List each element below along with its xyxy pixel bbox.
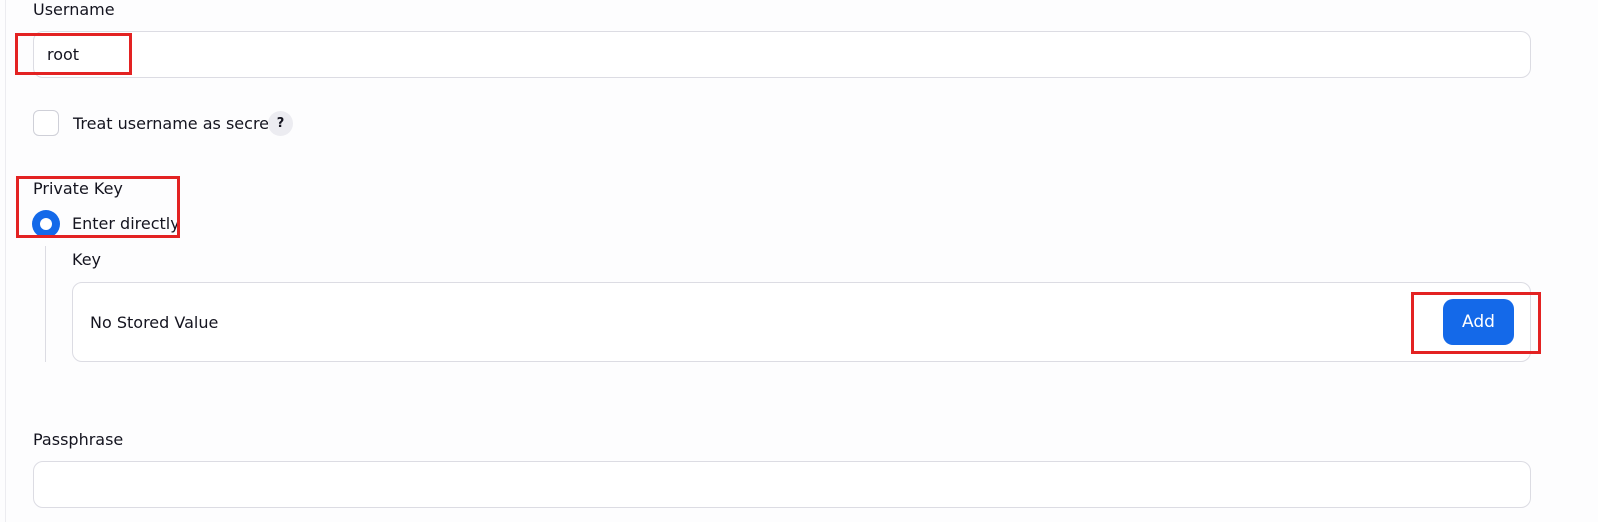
treat-username-secret-checkbox[interactable]	[33, 110, 59, 136]
key-label: Key	[72, 250, 102, 269]
passphrase-label: Passphrase	[33, 430, 124, 449]
private-key-label: Private Key	[33, 179, 123, 198]
treat-username-secret-label: Treat username as secret	[73, 114, 276, 133]
radio-selected-dot	[40, 218, 52, 230]
left-border	[5, 0, 6, 522]
username-label: Username	[33, 0, 115, 19]
username-input[interactable]	[33, 31, 1531, 78]
add-key-button[interactable]: Add	[1443, 299, 1514, 345]
passphrase-input[interactable]	[33, 461, 1531, 508]
enter-directly-radio[interactable]	[32, 210, 60, 238]
nested-section-rule	[45, 246, 46, 362]
help-icon[interactable]: ?	[268, 111, 293, 136]
key-secret-box: No Stored Value	[72, 282, 1531, 362]
enter-directly-label[interactable]: Enter directly	[72, 214, 180, 234]
no-stored-value-text: No Stored Value	[90, 313, 219, 332]
